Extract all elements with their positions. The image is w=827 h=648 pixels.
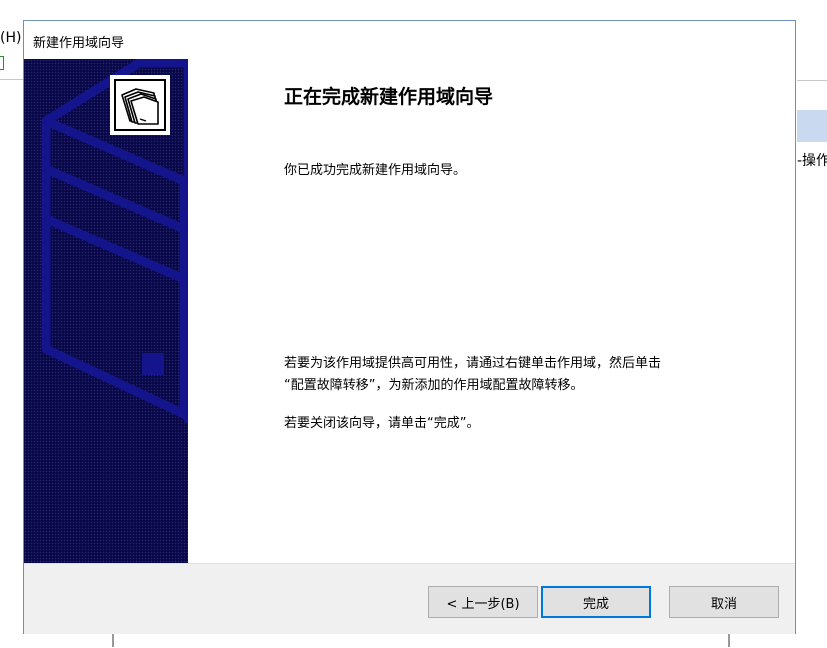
background-divider-right (728, 634, 730, 647)
background-toolbar-fragment (0, 56, 4, 70)
dialog-title: 新建作用域向导 (33, 36, 125, 51)
background-menu-fragment: (H) (0, 30, 22, 46)
failover-instructions-line1: 若要为该作用域提供高可用性，请通过右键单击作用域，然后单击 (284, 356, 662, 371)
background-right-panel-header (797, 110, 827, 142)
wizard-logo (110, 75, 170, 135)
back-button[interactable]: < 上一步(B) (428, 586, 538, 618)
background-actions-label: -操作 (797, 153, 827, 169)
dialog-titlebar[interactable]: 新建作用域向导 (24, 21, 795, 59)
background-divider (0, 79, 24, 80)
failover-instructions-line2: “配置故障转移”，为新添加的作用域配置故障转移。 (284, 378, 584, 393)
finish-button[interactable]: 完成 (541, 586, 651, 618)
dialog-button-bar: < 上一步(B) 完成 取消 (24, 563, 795, 634)
wizard-sidebar-banner (24, 59, 188, 563)
success-message: 你已成功完成新建作用域向导。 (284, 163, 467, 178)
cancel-button[interactable]: 取消 (669, 586, 779, 618)
wizard-heading: 正在完成新建作用域向导 (284, 86, 494, 108)
background-divider-left (112, 634, 114, 647)
new-scope-wizard-dialog: 新建作用域向导 正在完成新建作用域向导 你已成功完成新建作用域向导。 若要为该作… (23, 20, 796, 634)
close-instructions: 若要关闭该向导，请单击“完成”。 (284, 416, 480, 431)
failover-instructions: 若要为该作用域提供高可用性，请通过右键单击作用域，然后单击 “配置故障转移”，为… (284, 353, 661, 397)
folders-icon (114, 79, 166, 131)
